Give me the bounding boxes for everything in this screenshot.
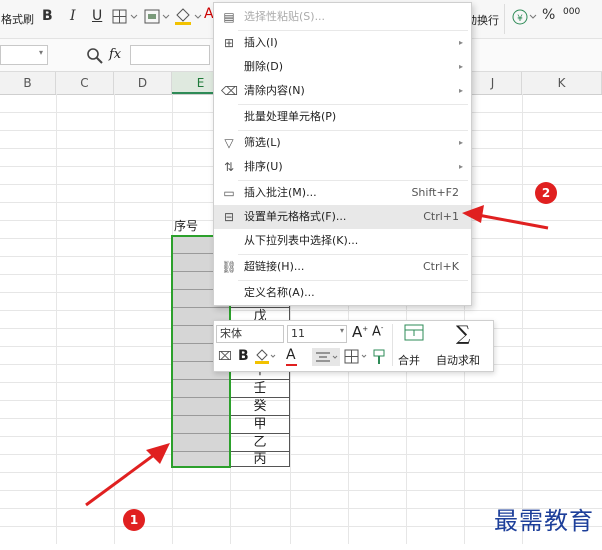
currency-icon[interactable]: ¥ <box>512 8 538 26</box>
fx-button[interactable]: fx <box>109 47 121 62</box>
align-center-icon[interactable] <box>312 348 340 366</box>
menu-item-label: 清除内容(N) <box>244 84 305 97</box>
format-painter-button[interactable]: 格式刷 <box>1 11 34 27</box>
menu-item-insert[interactable]: ⊞ 插入(I) ▸ <box>214 31 471 55</box>
font-size-select[interactable]: 11 <box>287 325 347 343</box>
chevron-right-icon: ▸ <box>458 86 463 95</box>
menu-item-insert-comment[interactable]: ▭ 插入批注(M)... Shift+F2 <box>214 181 471 205</box>
formula-input[interactable] <box>130 45 210 65</box>
bold-button[interactable]: B <box>42 8 53 24</box>
format-cells-icon: ⊟ <box>223 210 235 224</box>
clear-format-icon[interactable]: ⌧ <box>218 349 232 363</box>
ribbon-divider <box>504 4 505 34</box>
menu-item-pick-from-list[interactable]: 从下拉列表中选择(K)... <box>214 229 471 253</box>
menu-item-shortcut: Ctrl+1 <box>423 210 459 223</box>
menu-item-clear-contents[interactable]: ⌫ 清除内容(N) ▸ <box>214 79 471 103</box>
menu-item-label: 插入批注(M)... <box>244 186 317 199</box>
fill-color-icon[interactable] <box>254 348 278 366</box>
fill-color-icon[interactable] <box>174 7 204 27</box>
cell-f[interactable]: 壬 <box>230 380 290 398</box>
insert-icon: ⊞ <box>223 36 235 50</box>
borders-icon[interactable] <box>344 349 370 365</box>
chevron-right-icon: ▸ <box>458 138 463 147</box>
menu-item-sort[interactable]: ⇅ 排序(U) ▸ <box>214 155 471 179</box>
column-header-k[interactable]: K <box>522 72 602 94</box>
menu-item-shortcut: Ctrl+K <box>422 260 459 273</box>
chevron-down-icon[interactable]: ▾ <box>39 48 43 57</box>
column-header-d[interactable]: D <box>114 72 172 94</box>
arrow-2 <box>477 213 549 230</box>
menu-item-label: 选择性粘贴(S)... <box>244 10 326 23</box>
chevron-right-icon: ▸ <box>458 38 463 47</box>
menu-item-hyperlink[interactable]: ⛓ 超链接(H)... Ctrl+K <box>214 255 471 279</box>
menu-item-filter[interactable]: ▽ 筛选(L) ▸ <box>214 131 471 155</box>
chevron-right-icon: ▸ <box>458 62 463 71</box>
chevron-down-icon[interactable]: ▾ <box>340 326 344 335</box>
menu-item-label: 批量处理单元格(P) <box>244 110 337 123</box>
watermark: 最需教育 <box>494 507 594 535</box>
arrow-1 <box>85 450 159 507</box>
menu-item-label: 从下拉列表中选择(K)... <box>244 234 359 247</box>
font-color-button[interactable]: A <box>286 347 296 363</box>
hyperlink-icon: ⛓ <box>221 260 237 274</box>
cell-f[interactable]: 甲 <box>230 416 290 434</box>
menu-item-delete[interactable]: 删除(D) ▸ <box>214 55 471 79</box>
cell-f[interactable]: 丙 <box>230 452 290 467</box>
menu-item-format-cells[interactable]: ⊟ 设置单元格格式(F)... Ctrl+1 <box>214 205 471 229</box>
svg-text:¥: ¥ <box>517 14 523 24</box>
cell-f[interactable]: 乙 <box>230 434 290 452</box>
name-box[interactable]: ▾ <box>0 45 48 65</box>
font-color-swatch <box>286 364 297 366</box>
merge-cells-icon[interactable] <box>404 324 424 342</box>
menu-item-label: 超链接(H)... <box>244 260 305 273</box>
increase-font-icon[interactable]: A+ <box>352 323 368 341</box>
borders-icon[interactable] <box>112 9 142 25</box>
menu-item-label: 定义名称(A)... <box>244 286 315 299</box>
column-header-c[interactable]: C <box>56 72 114 94</box>
step-badge-1: 1 <box>123 509 145 531</box>
percent-button[interactable]: % <box>542 7 555 23</box>
chevron-right-icon: ▸ <box>458 162 463 171</box>
toolbar-divider <box>392 324 393 366</box>
comment-icon: ▭ <box>223 186 235 200</box>
eraser-icon: ⌫ <box>221 84 238 98</box>
bold-button[interactable]: B <box>238 348 249 364</box>
filter-icon: ▽ <box>224 136 234 150</box>
menu-item-label: 插入(I) <box>244 36 278 49</box>
sort-icon: ⇅ <box>223 160 235 174</box>
menu-item-label: 排序(U) <box>244 160 283 173</box>
menu-item-shortcut: Shift+F2 <box>411 186 459 199</box>
mini-toolbar: 宋体 11 ▾ A+ A- 合并 ∑ 自动求和 ⌧ B A <box>213 320 494 372</box>
merge-icon[interactable] <box>144 9 174 25</box>
zoom-icon[interactable] <box>86 47 104 65</box>
menu-item-label: 删除(D) <box>244 60 284 73</box>
cell-f[interactable]: 癸 <box>230 398 290 416</box>
step-badge-2: 2 <box>535 182 557 204</box>
column-header-j[interactable]: J <box>464 72 522 94</box>
menu-item-define-name[interactable]: 定义名称(A)... <box>214 281 471 305</box>
underline-button[interactable]: U <box>92 8 102 24</box>
menu-item-label: 筛选(L) <box>244 136 281 149</box>
format-painter-icon[interactable] <box>372 348 388 366</box>
paste-special-icon: ▤ <box>223 10 235 24</box>
merge-button[interactable]: 合并 <box>398 352 420 368</box>
menu-item-paste-special[interactable]: ▤ 选择性粘贴(S)... <box>214 5 471 29</box>
menu-item-batch-process[interactable]: 批量处理单元格(P) <box>214 105 471 129</box>
thousands-button[interactable]: 000 <box>563 7 580 17</box>
decrease-font-icon[interactable]: A- <box>372 324 383 339</box>
context-menu: ▤ 选择性粘贴(S)... ⊞ 插入(I) ▸ 删除(D) ▸ ⌫ 清除内容(N… <box>213 2 472 306</box>
column-header-b[interactable]: B <box>0 72 56 94</box>
sigma-icon[interactable]: ∑ <box>456 321 470 345</box>
menu-item-label: 设置单元格格式(F)... <box>244 210 347 223</box>
font-name-select[interactable]: 宋体 <box>216 325 284 343</box>
italic-button[interactable]: I <box>70 8 76 24</box>
autosum-button[interactable]: 自动求和 <box>436 352 480 368</box>
